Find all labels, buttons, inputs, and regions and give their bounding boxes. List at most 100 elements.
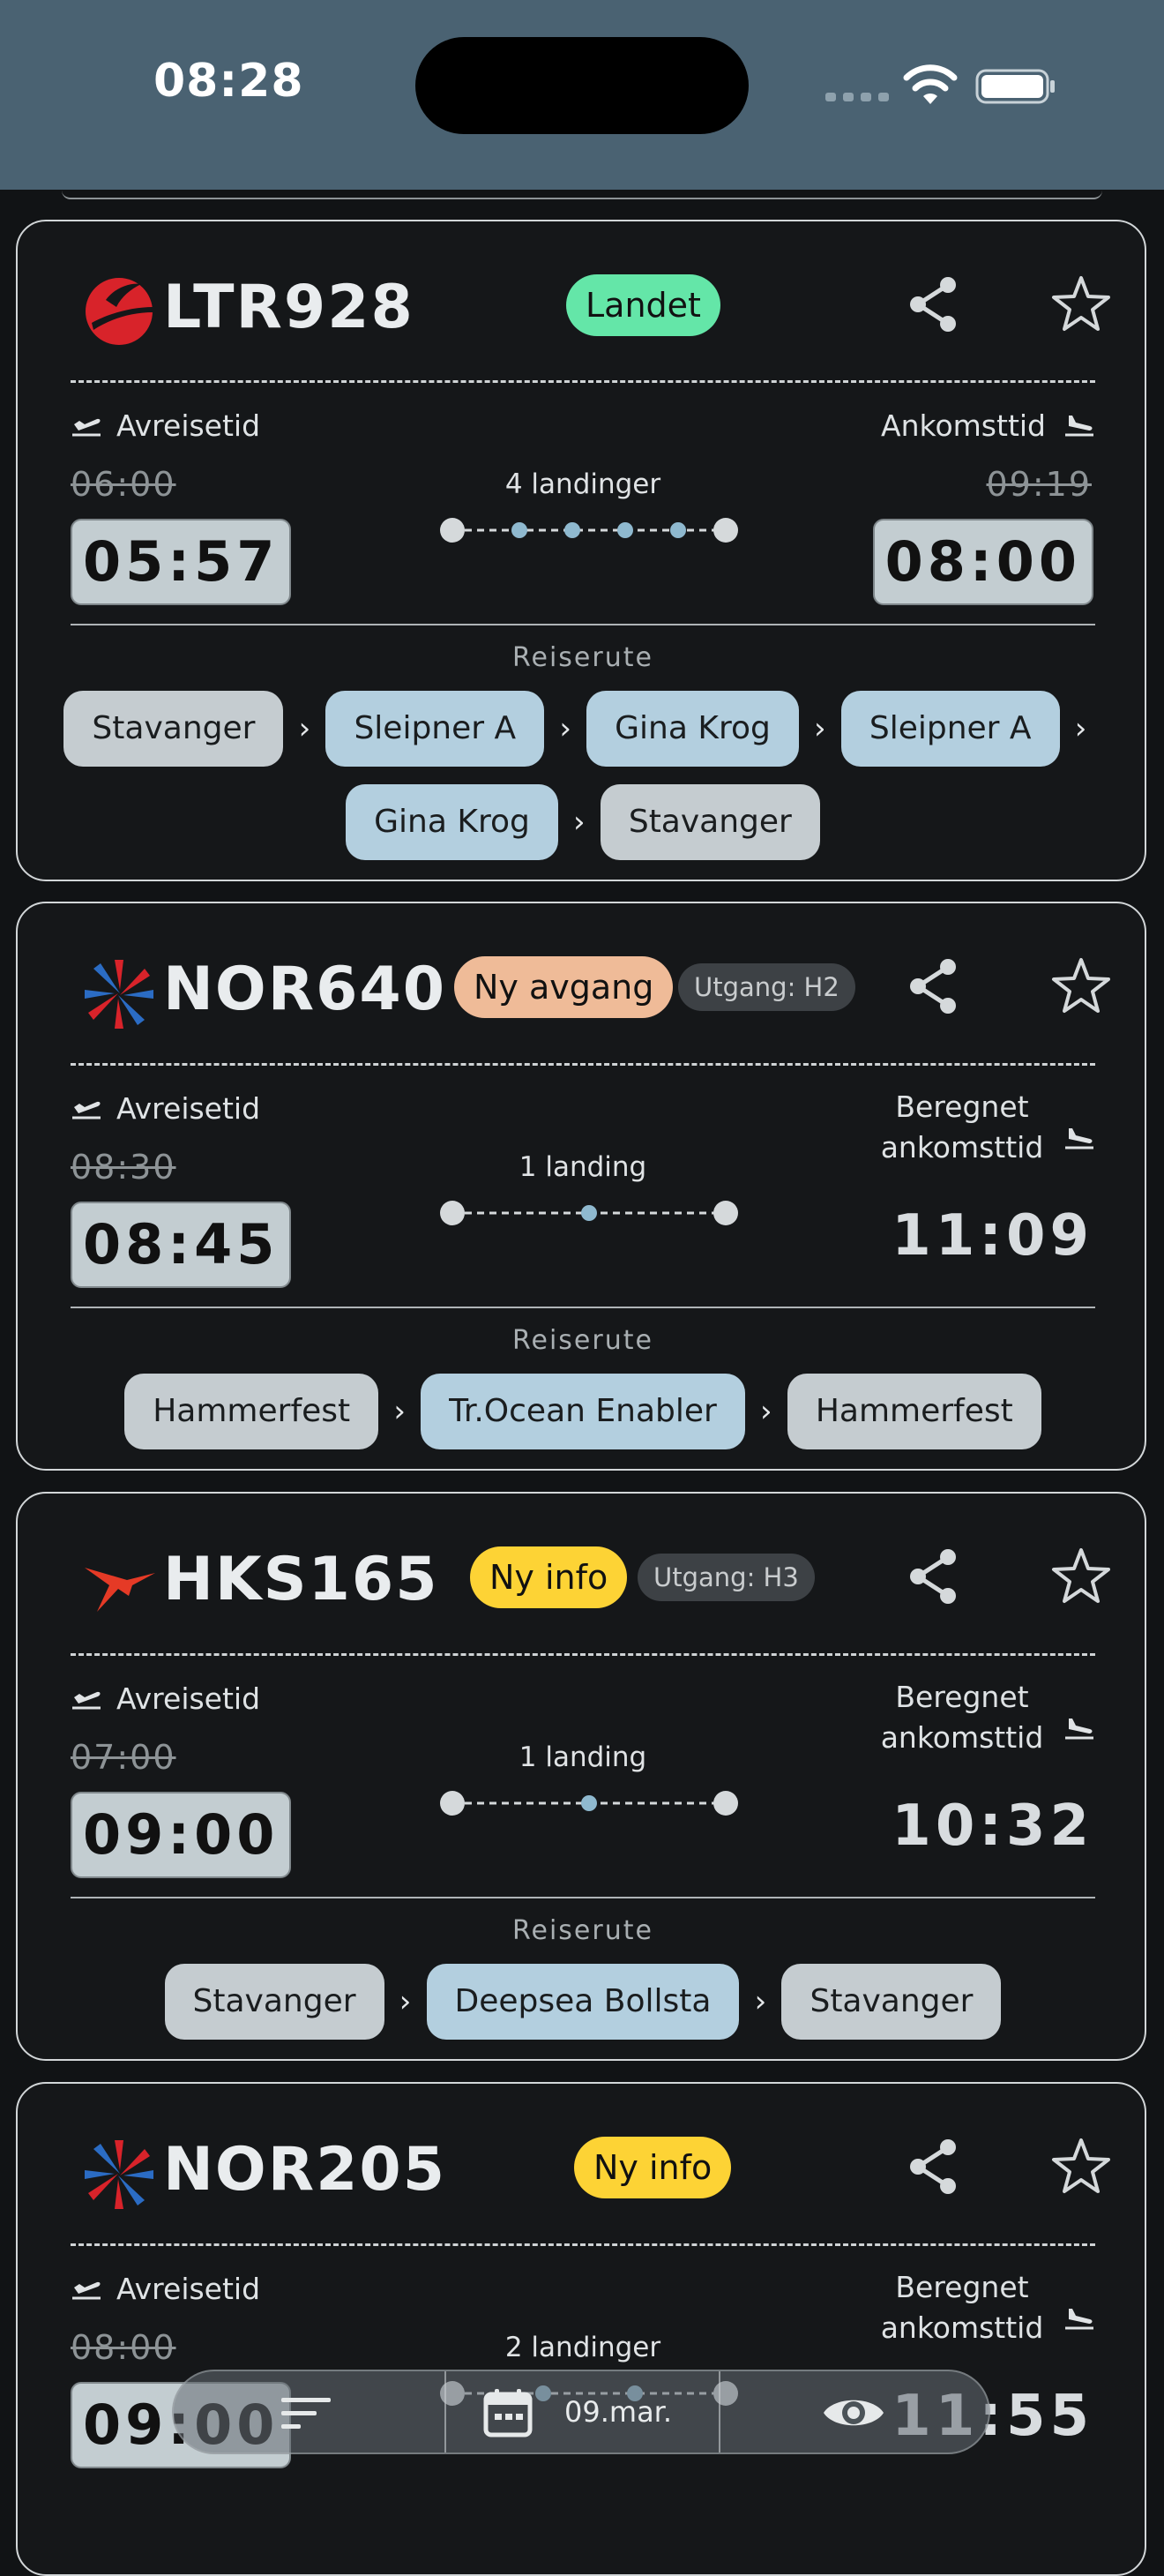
landings-track	[440, 1791, 738, 1816]
departure-label: Avreisetid	[116, 2272, 261, 2306]
route-stop: Sleipner A	[840, 691, 1060, 767]
wifi-icon	[903, 64, 958, 104]
calendar-icon[interactable]	[482, 2387, 534, 2438]
arrival-plane-icon	[1065, 1128, 1093, 1149]
favorite-star-icon[interactable]	[1049, 2135, 1113, 2198]
route-stop: Tr.Ocean Enabler	[421, 1374, 745, 1449]
arrival-label: Ankomsttid	[881, 408, 1046, 443]
arrival-time: 08:00	[872, 519, 1093, 605]
arrival-label: Beregnet ankomsttid	[880, 1680, 1044, 1755]
route-stop: Hammerfest	[124, 1374, 379, 1449]
route-label: Reiserute	[512, 642, 653, 673]
landings-count: 4 landinger	[504, 468, 661, 500]
airline-logo-star-red-blue	[85, 960, 153, 1029]
route-stop: Sleipner A	[325, 691, 545, 767]
card-divider	[71, 2243, 1095, 2246]
gate-badge: Utgang: H2	[678, 963, 855, 1011]
dynamic-island	[415, 37, 749, 134]
favorite-star-icon[interactable]	[1049, 273, 1113, 336]
card-divider	[71, 1063, 1095, 1066]
chevron-right-icon: ›	[399, 1984, 412, 2019]
flight-card[interactable]: NOR205 Ny info Avreisetid Beregnet ankom…	[16, 2082, 1146, 2576]
route-stop: Stavanger	[164, 1964, 384, 2040]
route-stop: Hammerfest	[787, 1374, 1041, 1449]
status-bar: 08:28	[0, 0, 1164, 190]
route-stop: Gina Krog	[346, 784, 558, 860]
card-divider	[71, 380, 1095, 383]
landings-count: 1 landing	[519, 1741, 647, 1773]
route-stop: Stavanger	[600, 784, 820, 860]
route-stop: Stavanger	[63, 691, 284, 767]
scheduled-departure: 08:30	[71, 1148, 176, 1187]
scheduled-departure: 07:00	[71, 1738, 176, 1777]
departure-label: Avreisetid	[116, 1091, 261, 1126]
favorite-star-icon[interactable]	[1049, 955, 1113, 1018]
route-list: Stavanger › Sleipner A › Gina Krog › Sle…	[18, 691, 1148, 860]
arrival-plane-icon	[1065, 2309, 1093, 2330]
section-divider	[71, 1897, 1095, 1898]
flight-number: NOR640	[163, 955, 447, 1024]
landings-count: 1 landing	[519, 1151, 647, 1183]
toolbar-divider	[719, 2371, 720, 2452]
airline-logo-red-circle	[86, 278, 153, 345]
status-time: 08:28	[153, 55, 304, 108]
chevron-right-icon: ›	[559, 711, 571, 746]
scheduled-departure: 08:00	[71, 2328, 176, 2367]
status-badge: Ny info	[574, 2137, 732, 2198]
visibility-eye-icon[interactable]	[822, 2391, 885, 2435]
actual-departure-time: 09:00	[71, 1792, 292, 1878]
flight-card[interactable]: HKS165 Ny info Utgang: H3 Avreisetid Ber…	[16, 1492, 1146, 2061]
arrival-label: Beregnet ankomsttid	[880, 1090, 1044, 1164]
airline-logo-star-red-blue	[85, 2140, 153, 2209]
toolbar-divider	[444, 2371, 446, 2452]
flight-number: HKS165	[163, 1545, 439, 1614]
share-icon[interactable]	[902, 2135, 966, 2198]
actual-departure-time: 05:57	[71, 519, 292, 605]
actual-departure-time: 08:45	[71, 1202, 292, 1288]
status-badge: Ny info	[470, 1546, 628, 1608]
arrival-label: Beregnet ankomsttid	[880, 2270, 1044, 2345]
sort-icon[interactable]	[280, 2396, 332, 2431]
route-list: Stavanger › Deepsea Bollsta › Stavanger	[18, 1964, 1148, 2040]
route-label: Reiserute	[512, 1915, 653, 1946]
landings-track	[440, 1201, 738, 1225]
chevron-right-icon: ›	[1074, 711, 1087, 746]
route-label: Reiserute	[512, 1325, 653, 1356]
departure-plane-icon	[72, 418, 101, 437]
share-icon[interactable]	[902, 273, 966, 336]
departure-plane-icon	[72, 2281, 101, 2300]
flight-card[interactable]: LTR928 Landet Avreisetid Ankomsttid 06:0…	[16, 220, 1146, 881]
route-stop: Deepsea Bollsta	[426, 1964, 740, 2040]
airline-logo-red-bird	[85, 1568, 155, 1612]
arrival-plane-icon	[1065, 416, 1093, 437]
chevron-right-icon: ›	[760, 1394, 772, 1429]
departure-label: Avreisetid	[116, 1681, 261, 1716]
cellular-signal-icon	[825, 93, 889, 101]
flight-number: NOR205	[163, 2135, 447, 2205]
flight-card[interactable]: NOR640 Ny avgang Utgang: H2 Avreisetid B…	[16, 902, 1146, 1471]
departure-plane-icon	[72, 1691, 101, 1710]
scheduled-departure: 06:00	[71, 465, 176, 504]
chevron-right-icon: ›	[393, 1394, 406, 1429]
previous-card-edge	[62, 191, 1102, 199]
share-icon[interactable]	[902, 1545, 966, 1608]
section-divider	[71, 1307, 1095, 1308]
chevron-right-icon: ›	[814, 711, 826, 746]
chevron-right-icon: ›	[298, 711, 311, 746]
selected-date[interactable]: 09.mar.	[564, 2395, 672, 2429]
share-icon[interactable]	[902, 955, 966, 1018]
chevron-right-icon: ›	[573, 805, 586, 840]
chevron-right-icon: ›	[754, 1984, 767, 2019]
bottom-toolbar: 09.mar.	[172, 2370, 990, 2454]
card-divider	[71, 1653, 1095, 1656]
estimated-arrival-time: 11:09	[892, 1203, 1093, 1269]
departure-plane-icon	[72, 1101, 101, 1120]
route-stop: Stavanger	[781, 1964, 1002, 2040]
route-list: Hammerfest › Tr.Ocean Enabler › Hammerfe…	[18, 1374, 1148, 1449]
departure-label: Avreisetid	[116, 408, 261, 443]
favorite-star-icon[interactable]	[1049, 1545, 1113, 1608]
gate-badge: Utgang: H3	[638, 1554, 815, 1601]
scheduled-arrival: 09:19	[986, 465, 1092, 504]
route-stop: Gina Krog	[586, 691, 799, 767]
estimated-arrival-time: 10:32	[892, 1793, 1093, 1859]
